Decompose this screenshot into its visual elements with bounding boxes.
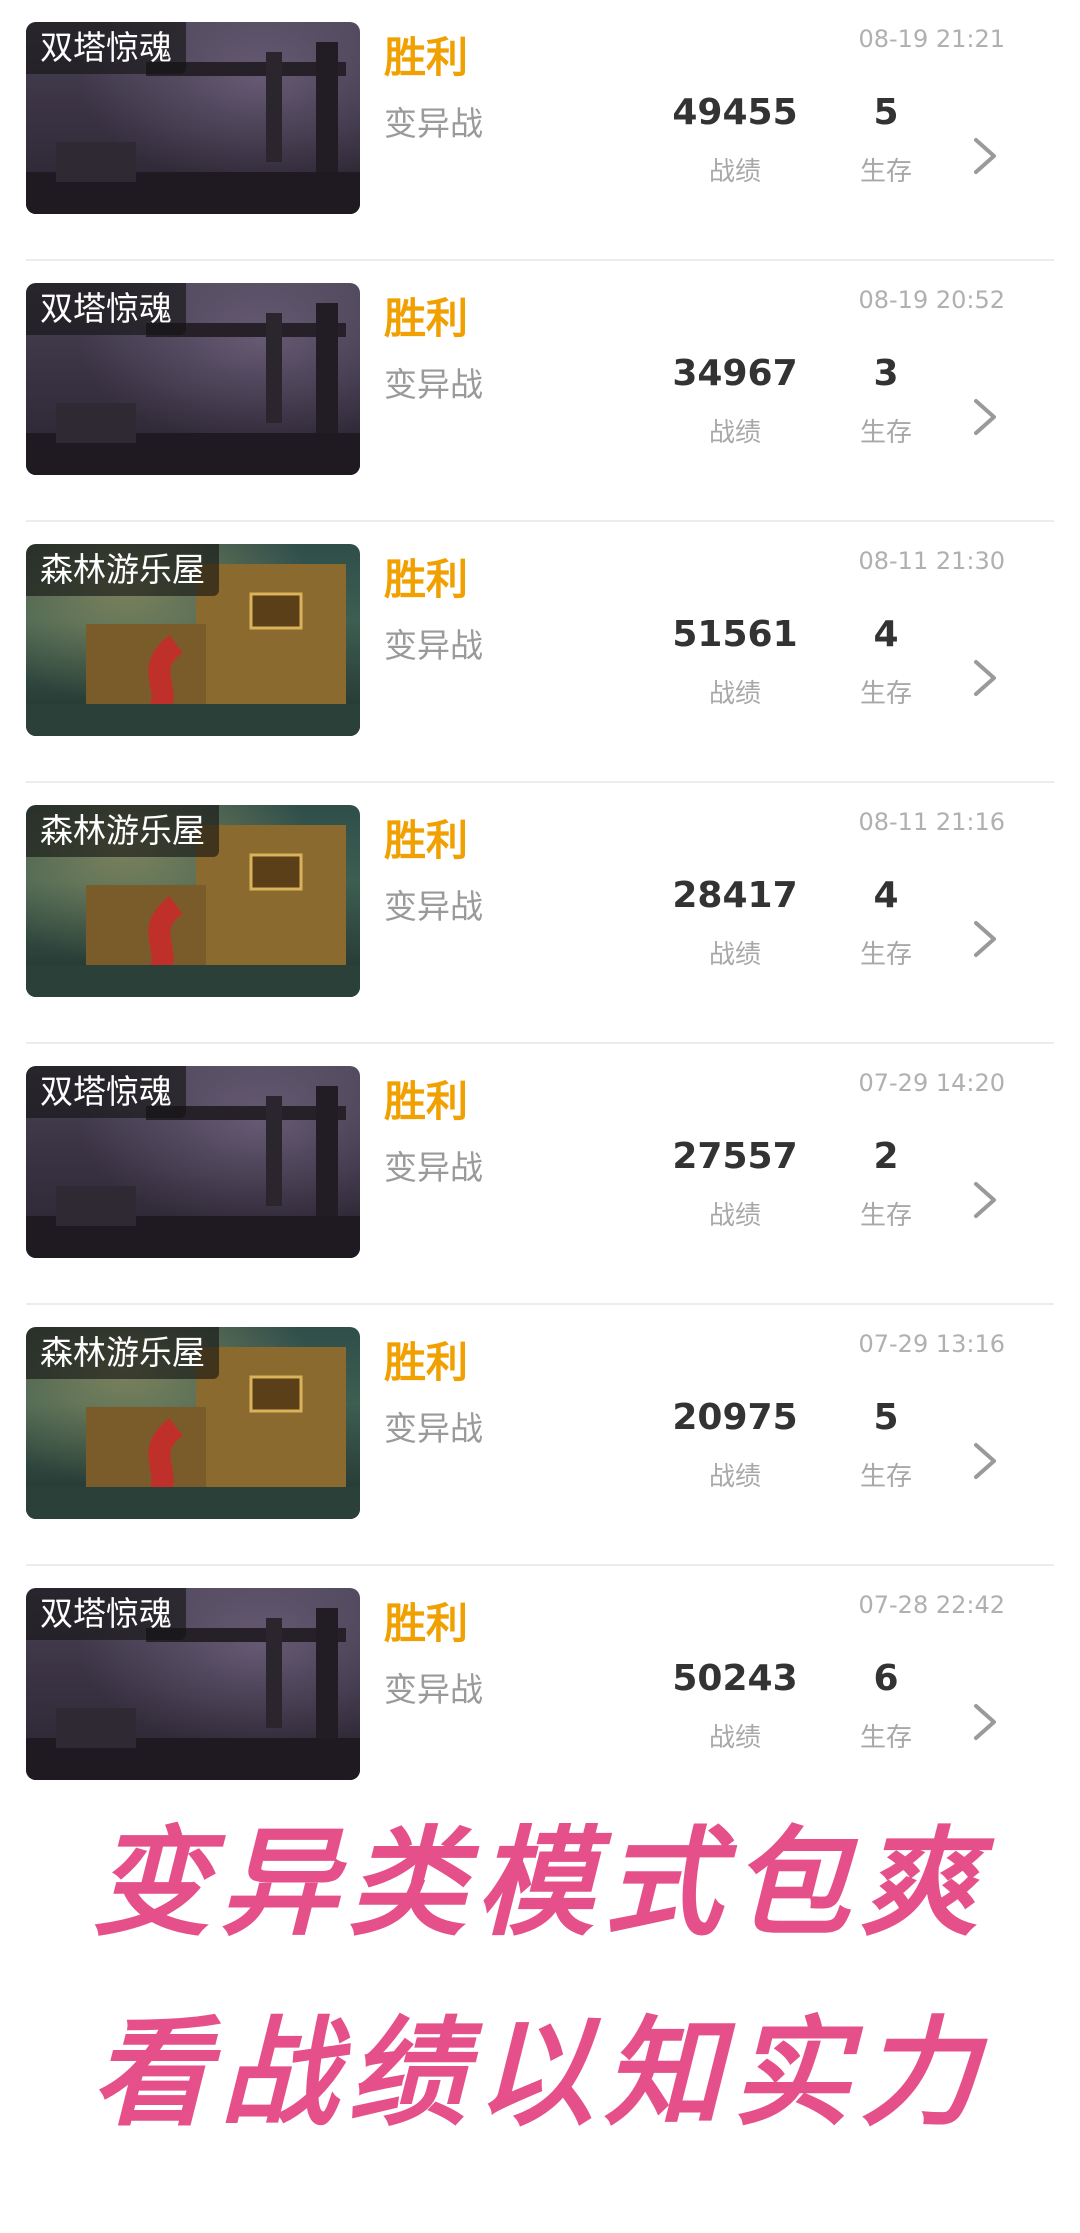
score-value: 27557 [672, 1136, 798, 1177]
survive-label: 生存 [859, 940, 912, 970]
survive-value: 4 [873, 875, 899, 916]
result-text: 胜利 [384, 816, 469, 865]
map-name: 森林游乐屋 [26, 805, 219, 857]
map-thumbnail: 森林游乐屋 [26, 544, 360, 736]
match-row[interactable]: 森林游乐屋 胜利 变异战 08-11 21:16 28417 战绩 4 生存 [0, 783, 1080, 1044]
match-time: 08-19 21:21 [858, 25, 1005, 53]
match-time: 07-28 22:42 [858, 1591, 1005, 1619]
match-row[interactable]: 森林游乐屋 胜利 变异战 07-29 13:16 20975 战绩 5 生存 [0, 1305, 1080, 1566]
map-name: 双塔惊魂 [26, 1588, 186, 1640]
map-name: 森林游乐屋 [26, 1327, 219, 1379]
score-value: 28417 [672, 875, 798, 916]
score-label: 战绩 [708, 1462, 761, 1492]
score-label: 战绩 [708, 157, 761, 187]
mode-text: 变异战 [384, 365, 483, 404]
result-text: 胜利 [384, 1077, 469, 1126]
map-thumbnail: 双塔惊魂 [26, 1066, 360, 1258]
match-time: 08-11 21:30 [858, 547, 1005, 575]
match-row[interactable]: 双塔惊魂 胜利 变异战 08-19 21:21 49455 战绩 5 生存 [0, 0, 1080, 261]
score-label: 战绩 [708, 1201, 761, 1231]
score-value: 50243 [672, 1658, 798, 1699]
score-value: 51561 [672, 614, 798, 655]
survive-value: 4 [873, 614, 899, 655]
map-thumbnail: 森林游乐屋 [26, 1327, 360, 1519]
survive-label: 生存 [859, 157, 912, 187]
score-value: 20975 [672, 1397, 798, 1438]
score-label: 战绩 [708, 1723, 761, 1753]
mode-text: 变异战 [384, 1409, 483, 1448]
match-row[interactable]: 双塔惊魂 胜利 变异战 07-28 22:42 50243 战绩 6 生存 [0, 1566, 1080, 1827]
score-value: 34967 [672, 353, 798, 394]
survive-label: 生存 [859, 418, 912, 448]
survive-value: 3 [873, 353, 899, 394]
match-row[interactable]: 双塔惊魂 胜利 变异战 07-29 14:20 27557 战绩 2 生存 [0, 1044, 1080, 1305]
chevron-right-icon[interactable] [970, 1178, 1000, 1222]
score-label: 战绩 [708, 679, 761, 709]
map-thumbnail: 双塔惊魂 [26, 22, 360, 214]
match-time: 08-19 20:52 [858, 286, 1005, 314]
mode-text: 变异战 [384, 626, 483, 665]
result-text: 胜利 [384, 555, 469, 604]
caption-line-1: 变异类模式包爽 [91, 1813, 988, 1952]
result-text: 胜利 [384, 1338, 469, 1387]
survive-label: 生存 [859, 1462, 912, 1492]
match-time: 07-29 14:20 [858, 1069, 1005, 1097]
survive-value: 5 [873, 92, 899, 133]
chevron-right-icon[interactable] [970, 134, 1000, 178]
match-row[interactable]: 森林游乐屋 胜利 变异战 08-11 21:30 51561 战绩 4 生存 [0, 522, 1080, 783]
result-text: 胜利 [384, 33, 469, 82]
map-thumbnail: 双塔惊魂 [26, 283, 360, 475]
caption-line-2: 看战绩以知实力 [91, 2003, 988, 2142]
score-value: 49455 [672, 92, 798, 133]
chevron-right-icon[interactable] [970, 656, 1000, 700]
survive-value: 5 [873, 1397, 899, 1438]
match-row[interactable]: 双塔惊魂 胜利 变异战 08-19 20:52 34967 战绩 3 生存 [0, 261, 1080, 522]
score-label: 战绩 [708, 418, 761, 448]
result-text: 胜利 [384, 294, 469, 343]
match-time: 08-11 21:16 [858, 808, 1005, 836]
match-time: 07-29 13:16 [858, 1330, 1005, 1358]
survive-label: 生存 [859, 679, 912, 709]
mode-text: 变异战 [384, 1148, 483, 1187]
chevron-right-icon[interactable] [970, 1439, 1000, 1483]
chevron-right-icon[interactable] [970, 917, 1000, 961]
mode-text: 变异战 [384, 1670, 483, 1709]
map-name: 双塔惊魂 [26, 283, 186, 335]
survive-value: 6 [873, 1658, 899, 1699]
map-name: 双塔惊魂 [26, 1066, 186, 1118]
survive-label: 生存 [859, 1201, 912, 1231]
mode-text: 变异战 [384, 887, 483, 926]
map-name: 双塔惊魂 [26, 22, 186, 74]
chevron-right-icon[interactable] [970, 1700, 1000, 1744]
survive-value: 2 [873, 1136, 899, 1177]
result-text: 胜利 [384, 1599, 469, 1648]
score-label: 战绩 [708, 940, 761, 970]
map-name: 森林游乐屋 [26, 544, 219, 596]
map-thumbnail: 森林游乐屋 [26, 805, 360, 997]
map-thumbnail: 双塔惊魂 [26, 1588, 360, 1780]
survive-label: 生存 [859, 1723, 912, 1753]
mode-text: 变异战 [384, 104, 483, 143]
chevron-right-icon[interactable] [970, 395, 1000, 439]
